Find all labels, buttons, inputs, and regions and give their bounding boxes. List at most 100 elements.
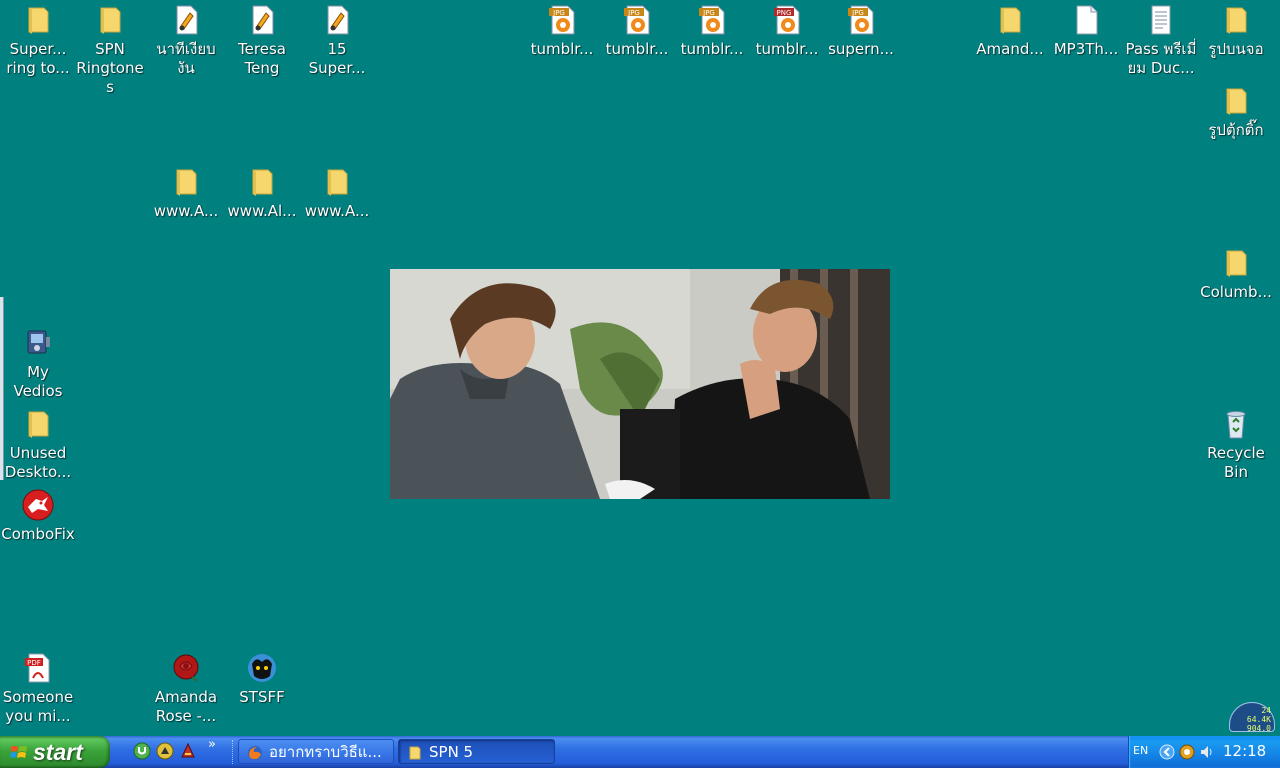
icon-label: Recycle Bin (1207, 444, 1265, 481)
desktop-icon-www-a-folder-1[interactable]: www.A... (148, 164, 224, 221)
quicklaunch-game-icon[interactable] (179, 742, 197, 760)
volume-icon[interactable] (1199, 744, 1215, 764)
desktop-icon-my-vedios[interactable]: My Vedios (0, 325, 76, 401)
icon-label: www.Al... (227, 202, 297, 220)
desktop-icon-www-a-folder-2[interactable]: www.A... (299, 164, 375, 221)
desktop-icon-pass-premium-text[interactable]: Pass พรีเมี่ยม Duc... (1123, 2, 1199, 78)
net-meter-line-3: 904.0 (1246, 724, 1271, 733)
desktop-icon-teresa-teng[interactable]: Teresa Teng (224, 2, 300, 78)
folder-icon (1220, 85, 1252, 117)
svg-text:PDF: PDF (27, 659, 41, 667)
system-tray: EN 12:18 (1128, 736, 1280, 768)
svg-text:JPG: JPG (851, 9, 864, 17)
taskbar: start » อยากทราบวิธีแ... SPN 5 EN 12:18 (0, 736, 1280, 768)
task-button-firefox[interactable]: อยากทราบวิธีแ... (238, 739, 394, 764)
icon-label: tumblr... (530, 40, 594, 58)
start-label: start (33, 739, 83, 765)
icon-label: MP3Th... (1053, 40, 1119, 58)
icon-label: Amanda Rose -... (154, 688, 218, 725)
desktop-icon-naathi-audio[interactable]: นาทีเงียบ งัน (148, 2, 224, 78)
wallpaper-photo (390, 269, 890, 499)
task-label: อยากทราบวิธีแ... (269, 743, 382, 761)
jpg-image-icon: JPG (845, 4, 877, 36)
task-label: SPN 5 (429, 743, 474, 761)
desktop-icon-stsff[interactable]: STSFF (224, 650, 300, 707)
svg-text:JPG: JPG (552, 9, 565, 17)
jpg-image-icon: JPG (546, 4, 578, 36)
icon-label: tumblr... (680, 40, 744, 58)
icon-label: tumblr... (755, 40, 819, 58)
desktop-icon-unused-desktop-folder[interactable]: Unused Deskto... (0, 406, 76, 482)
icon-label: Pass พรีเมี่ยม Duc... (1125, 40, 1197, 77)
desktop-icon-tumblr-2[interactable]: JPG tumblr... (599, 2, 675, 59)
desktop-icon-tumblr-3[interactable]: JPG tumblr... (674, 2, 750, 59)
icon-label: รูปบนจอ (1208, 40, 1264, 58)
desktop-icon-tumblr-1[interactable]: JPG tumblr... (524, 2, 600, 59)
icon-label: Super... ring to... (6, 40, 70, 77)
text-document-icon (1145, 4, 1177, 36)
folder-icon (994, 4, 1026, 36)
pdf-file-icon: PDF (22, 652, 54, 684)
desktop-icon-tumblr-png[interactable]: PNG tumblr... (749, 2, 825, 59)
desktop-icon-mp3th-file[interactable]: MP3Th... (1048, 2, 1124, 59)
quicklaunch-more-chevron-icon[interactable]: » (208, 737, 216, 752)
desktop-icon-combofix[interactable]: ComboFix (0, 487, 76, 544)
network-meter-widget[interactable]: 24 64.4K 904.0 (1229, 702, 1275, 733)
folder-icon (1220, 4, 1252, 36)
desktop-icon-recycle-bin[interactable]: Recycle Bin (1198, 406, 1274, 482)
quicklaunch-app-icon[interactable] (156, 742, 174, 760)
desktop-icon-spn-ringtones[interactable]: SPN Ringtones (72, 2, 148, 97)
clock[interactable]: 12:18 (1223, 742, 1266, 760)
show-hidden-icons-chevron-icon[interactable] (1159, 744, 1175, 764)
icon-label: tumblr... (605, 40, 669, 58)
desktop-icon-amanda-folder[interactable]: Amand... (972, 2, 1048, 59)
desktop-icon-www-al-folder[interactable]: www.Al... (224, 164, 300, 221)
desktop-icon-tukta-pictures-folder[interactable]: รูปตุ้กติ๊ก (1198, 83, 1274, 140)
icon-label: Columb... (1200, 283, 1272, 301)
icon-label: Amand... (976, 40, 1044, 58)
desktop-icon-15-super[interactable]: 15 Super... (299, 2, 375, 78)
desktop[interactable]: Super... ring to... SPN Ringtones นาทีเง… (0, 0, 1280, 736)
tray-app-icon[interactable] (1179, 744, 1195, 764)
folder-icon (321, 166, 353, 198)
icon-label: 15 Super... (308, 40, 366, 77)
icon-label: STSFF (239, 688, 285, 706)
svg-text:PNG: PNG (777, 9, 792, 17)
icon-label: www.A... (304, 202, 370, 220)
video-camera-icon (22, 327, 54, 359)
taskbar-separator (232, 740, 236, 764)
combofix-icon (22, 489, 54, 521)
icon-label: www.A... (153, 202, 219, 220)
desktop-icon-supernatural-jpg[interactable]: JPG supern... (823, 2, 899, 59)
folder-icon (407, 744, 423, 763)
task-button-spn5-folder[interactable]: SPN 5 (398, 739, 555, 764)
rose-icon (170, 652, 202, 684)
desktop-icon-someone-pdf[interactable]: PDF Someone you mi... (0, 650, 76, 726)
audio-file-icon (321, 4, 353, 36)
folder-icon (1220, 247, 1252, 279)
audio-file-icon (170, 4, 202, 36)
desktop-icon-super-ringtones-folder[interactable]: Super... ring to... (0, 2, 76, 78)
icon-label: ComboFix (1, 525, 75, 543)
icon-label: นาทีเงียบ งัน (156, 40, 216, 77)
start-button[interactable]: start (0, 736, 110, 768)
net-meter-line-1: 24 (1261, 706, 1271, 715)
desktop-icon-screen-pictures-folder[interactable]: รูปบนจอ (1198, 2, 1274, 59)
jpg-image-icon: JPG (696, 4, 728, 36)
icon-label: supern... (828, 40, 894, 58)
icon-label: Someone you mi... (2, 688, 74, 725)
language-indicator[interactable]: EN (1133, 744, 1148, 757)
desktop-icon-amanda-rose[interactable]: Amanda Rose -... (148, 650, 224, 726)
desktop-icon-columb-folder[interactable]: Columb... (1198, 245, 1274, 302)
audio-file-icon (246, 4, 278, 36)
folder-icon (22, 408, 54, 440)
svg-text:JPG: JPG (627, 9, 640, 17)
utorrent-icon[interactable] (133, 742, 151, 760)
png-image-icon: PNG (771, 4, 803, 36)
folder-icon (22, 4, 54, 36)
recycle-bin-icon (1220, 408, 1252, 440)
icon-label: Unused Deskto... (4, 444, 72, 481)
blank-file-icon (1070, 4, 1102, 36)
folder-icon (170, 166, 202, 198)
folder-icon (94, 4, 126, 36)
